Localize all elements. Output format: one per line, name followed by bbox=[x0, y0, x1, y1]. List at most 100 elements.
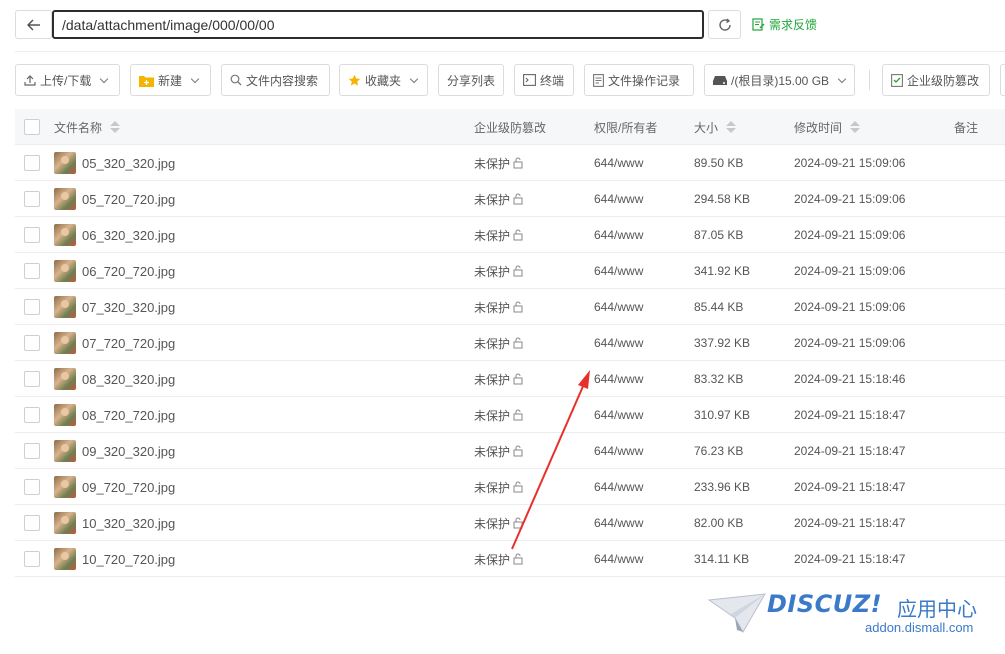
column-modified[interactable]: 修改时间 bbox=[794, 109, 861, 145]
unlock-icon[interactable] bbox=[513, 157, 523, 169]
tamper-status-cell[interactable]: 未保护 bbox=[474, 145, 523, 181]
tamper-status-cell[interactable]: 未保护 bbox=[474, 325, 523, 361]
sort-icon[interactable] bbox=[726, 121, 737, 133]
permission-owner[interactable]: 644/www bbox=[594, 480, 643, 494]
content-search-button[interactable]: 文件内容搜索 bbox=[221, 64, 330, 96]
file-name-cell[interactable]: 05_720_720.jpg bbox=[54, 181, 175, 217]
note-cell[interactable] bbox=[954, 433, 1004, 469]
tamper-status-cell[interactable]: 未保护 bbox=[474, 505, 523, 541]
note-cell[interactable] bbox=[954, 145, 1004, 181]
permission-owner[interactable]: 644/www bbox=[594, 228, 643, 242]
row-checkbox[interactable] bbox=[24, 155, 40, 171]
tamper-status-cell[interactable]: 未保护 bbox=[474, 361, 523, 397]
permission-cell[interactable]: 644/www bbox=[594, 217, 643, 253]
file-name[interactable]: 10_320_320.jpg bbox=[82, 516, 175, 531]
feedback-label[interactable]: 需求反馈 bbox=[769, 16, 817, 33]
note-cell[interactable] bbox=[954, 253, 1004, 289]
file-name-cell[interactable]: 10_720_720.jpg bbox=[54, 541, 175, 577]
file-name[interactable]: 07_720_720.jpg bbox=[82, 336, 175, 351]
note-cell[interactable] bbox=[954, 217, 1004, 253]
feedback-link[interactable]: 需求反馈 bbox=[752, 16, 817, 33]
tamper-status-cell[interactable]: 未保护 bbox=[474, 433, 523, 469]
permission-cell[interactable]: 644/www bbox=[594, 145, 643, 181]
refresh-button[interactable] bbox=[708, 10, 741, 39]
column-size[interactable]: 大小 bbox=[694, 109, 737, 145]
path-text[interactable]: /data/attachment/image/000/00/00 bbox=[62, 17, 274, 33]
permission-cell[interactable]: 644/www bbox=[594, 289, 643, 325]
upload-download-button[interactable]: 上传/下载 bbox=[15, 64, 120, 96]
file-name-cell[interactable]: 09_720_720.jpg bbox=[54, 469, 175, 505]
permission-owner[interactable]: 644/www bbox=[594, 336, 643, 350]
more-toolbar-button[interactable] bbox=[1000, 64, 1005, 96]
tamper-status[interactable]: 未保护 bbox=[474, 479, 510, 496]
table-row[interactable]: 07_320_320.jpg 未保护 644/www 85.44 KB 2024… bbox=[15, 289, 1005, 325]
disk-selector[interactable]: /(根目录)15.00 GB bbox=[704, 64, 855, 96]
file-name[interactable]: 05_320_320.jpg bbox=[82, 156, 175, 171]
table-row[interactable]: 07_720_720.jpg 未保护 644/www 337.92 KB 202… bbox=[15, 325, 1005, 361]
favorites-button[interactable]: 收藏夹 bbox=[339, 64, 428, 96]
row-checkbox[interactable] bbox=[24, 479, 40, 495]
note-cell[interactable] bbox=[954, 181, 1004, 217]
tamper-status[interactable]: 未保护 bbox=[474, 299, 510, 316]
unlock-icon[interactable] bbox=[513, 409, 523, 421]
share-list-button[interactable]: 分享列表 bbox=[438, 64, 504, 96]
file-name[interactable]: 09_320_320.jpg bbox=[82, 444, 175, 459]
table-row[interactable]: 08_320_320.jpg 未保护 644/www 83.32 KB 2024… bbox=[15, 361, 1005, 397]
permission-cell[interactable]: 644/www bbox=[594, 541, 643, 577]
file-name[interactable]: 07_320_320.jpg bbox=[82, 300, 175, 315]
row-checkbox[interactable] bbox=[24, 371, 40, 387]
new-button[interactable]: 新建 bbox=[130, 64, 211, 96]
row-checkbox[interactable] bbox=[24, 299, 40, 315]
note-cell[interactable] bbox=[954, 541, 1004, 577]
column-name[interactable]: 文件名称 bbox=[54, 109, 121, 145]
permission-cell[interactable]: 644/www bbox=[594, 505, 643, 541]
tamper-status[interactable]: 未保护 bbox=[474, 407, 510, 424]
permission-cell[interactable]: 644/www bbox=[594, 469, 643, 505]
table-row[interactable]: 08_720_720.jpg 未保护 644/www 310.97 KB 202… bbox=[15, 397, 1005, 433]
select-all-checkbox[interactable] bbox=[24, 119, 40, 135]
permission-owner[interactable]: 644/www bbox=[594, 156, 643, 170]
unlock-icon[interactable] bbox=[513, 229, 523, 241]
permission-cell[interactable]: 644/www bbox=[594, 361, 643, 397]
unlock-icon[interactable] bbox=[513, 553, 523, 565]
file-name[interactable]: 06_320_320.jpg bbox=[82, 228, 175, 243]
unlock-icon[interactable] bbox=[513, 517, 523, 529]
table-row[interactable]: 09_320_320.jpg 未保护 644/www 76.23 KB 2024… bbox=[15, 433, 1005, 469]
file-name-cell[interactable]: 06_320_320.jpg bbox=[54, 217, 175, 253]
file-name-cell[interactable]: 08_320_320.jpg bbox=[54, 361, 175, 397]
path-input[interactable]: /data/attachment/image/000/00/00 bbox=[52, 10, 704, 39]
tamper-status[interactable]: 未保护 bbox=[474, 155, 510, 172]
row-checkbox[interactable] bbox=[24, 335, 40, 351]
sort-icon[interactable] bbox=[110, 121, 121, 133]
tamper-status[interactable]: 未保护 bbox=[474, 227, 510, 244]
file-name-cell[interactable]: 08_720_720.jpg bbox=[54, 397, 175, 433]
tamper-protection-button[interactable]: 企业级防篡改 bbox=[882, 64, 990, 96]
tamper-status[interactable]: 未保护 bbox=[474, 371, 510, 388]
file-name[interactable]: 08_720_720.jpg bbox=[82, 408, 175, 423]
permission-owner[interactable]: 644/www bbox=[594, 300, 643, 314]
row-checkbox[interactable] bbox=[24, 443, 40, 459]
permission-cell[interactable]: 644/www bbox=[594, 433, 643, 469]
row-checkbox[interactable] bbox=[24, 515, 40, 531]
unlock-icon[interactable] bbox=[513, 265, 523, 277]
table-row[interactable]: 06_720_720.jpg 未保护 644/www 341.92 KB 202… bbox=[15, 253, 1005, 289]
file-name-cell[interactable]: 05_320_320.jpg bbox=[54, 145, 175, 181]
file-name-cell[interactable]: 10_320_320.jpg bbox=[54, 505, 175, 541]
file-name[interactable]: 10_720_720.jpg bbox=[82, 552, 175, 567]
unlock-icon[interactable] bbox=[513, 337, 523, 349]
terminal-button[interactable]: 终端 bbox=[514, 64, 574, 96]
row-checkbox[interactable] bbox=[24, 191, 40, 207]
unlock-icon[interactable] bbox=[513, 481, 523, 493]
file-name-cell[interactable]: 07_320_320.jpg bbox=[54, 289, 175, 325]
note-cell[interactable] bbox=[954, 505, 1004, 541]
tamper-status-cell[interactable]: 未保护 bbox=[474, 253, 523, 289]
tamper-status-cell[interactable]: 未保护 bbox=[474, 541, 523, 577]
tamper-status-cell[interactable]: 未保护 bbox=[474, 469, 523, 505]
permission-owner[interactable]: 644/www bbox=[594, 264, 643, 278]
row-checkbox[interactable] bbox=[24, 227, 40, 243]
table-row[interactable]: 05_720_720.jpg 未保护 644/www 294.58 KB 202… bbox=[15, 181, 1005, 217]
permission-owner[interactable]: 644/www bbox=[594, 192, 643, 206]
table-row[interactable]: 10_720_720.jpg 未保护 644/www 314.11 KB 202… bbox=[15, 541, 1005, 577]
note-cell[interactable] bbox=[954, 397, 1004, 433]
tamper-status[interactable]: 未保护 bbox=[474, 263, 510, 280]
